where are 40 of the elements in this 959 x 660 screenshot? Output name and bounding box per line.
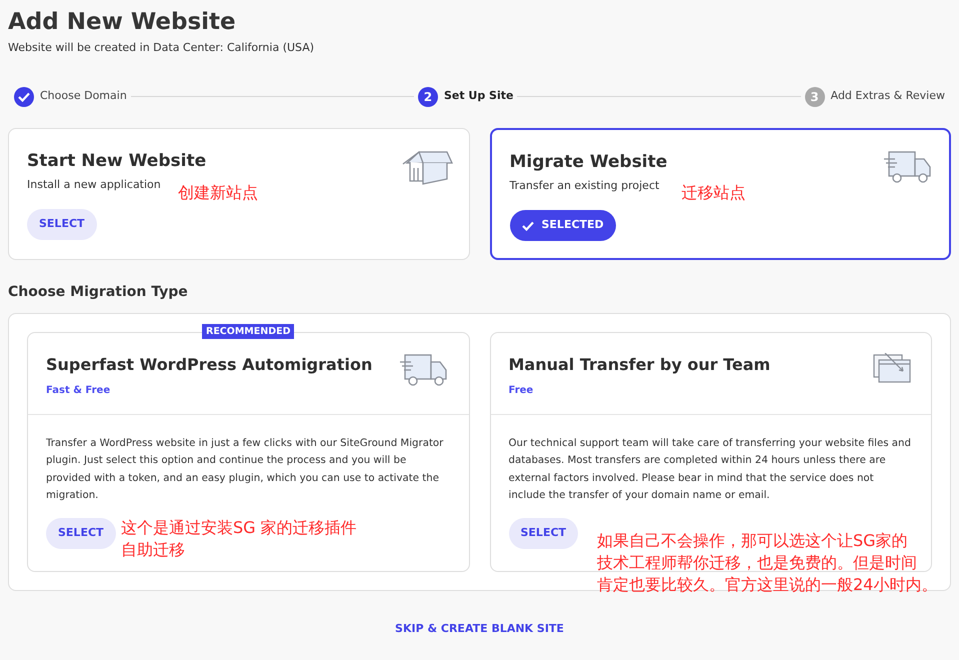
annotation-text: 这个是通过安装SG 家的迁移插件 <box>121 516 357 538</box>
skip-link[interactable]: SKIP & CREATE BLANK SITE <box>395 620 564 637</box>
card-description: Transfer an existing project <box>510 178 660 194</box>
card-description: Install a new application <box>27 176 161 192</box>
step-number: 2 <box>418 86 438 106</box>
truck-icon <box>398 352 448 386</box>
card-description: Our technical support team will take care of transferring your website files and databases. Most transfers are completed within 24 hours unless there are external factors involved. Please bear in mind that the service does not include the transfer of your domain name or email. <box>508 436 912 503</box>
recommended-badge: RECOMMENDED <box>202 324 294 338</box>
annotation-text: 自助迁移 <box>121 538 186 560</box>
select-button[interactable]: SELECTED <box>510 210 616 241</box>
annotation-text: 肯定也要比较久。官方这里说的一般24小时内。 <box>597 574 938 596</box>
page-subtitle: Website will be created in Data Center: California (USA) <box>8 40 314 56</box>
check-icon <box>522 220 534 230</box>
select-button[interactable]: SELECT <box>46 518 116 548</box>
step-label: Add Extras & Review <box>830 88 945 104</box>
select-button[interactable]: SELECT <box>27 209 97 240</box>
annotation-text: 如果自己不会操作，那可以选这个让SG家的 <box>597 530 909 552</box>
windows-icon <box>873 352 911 382</box>
annotation-text: 技术工程师帮你迁移，也是免费的。但是时间 <box>597 552 918 574</box>
step-number: 3 <box>804 86 825 106</box>
card-title: Start New Website <box>27 150 206 172</box>
option-card[interactable]: Start New Website Install a new application SELECT 创建新站点 <box>8 128 470 260</box>
house-icon <box>400 148 452 184</box>
annotation-text: 迁移站点 <box>682 182 746 204</box>
card-description: Transfer a WordPress website in just a few clicks with our SiteGround Migrator plugin. Just select this option and continue the process and you will be provided with a token, and an easy plugin, which you can use to activate the migration. <box>45 436 444 503</box>
price-label: Fast & Free <box>46 384 110 398</box>
price-label: Free <box>508 384 534 398</box>
step-label: Choose Domain <box>40 88 127 104</box>
select-button[interactable]: SELECT <box>508 518 578 548</box>
card-title: Migrate Website <box>510 150 668 174</box>
page-title: Add New Website <box>8 8 236 36</box>
annotation-text: 创建新站点 <box>178 182 258 204</box>
option-card[interactable]: Migrate Website Transfer an existing project SELECTED 迁移站点 <box>490 128 951 260</box>
card-title: Manual Transfer by our Team <box>508 354 770 376</box>
card-title: Superfast WordPress Automigration <box>46 354 372 376</box>
migration-card[interactable] <box>490 332 932 572</box>
step-label: Set Up Site <box>444 88 514 104</box>
section-heading: Choose Migration Type <box>7 282 189 302</box>
truck-icon <box>883 150 933 184</box>
check-icon <box>18 92 30 102</box>
